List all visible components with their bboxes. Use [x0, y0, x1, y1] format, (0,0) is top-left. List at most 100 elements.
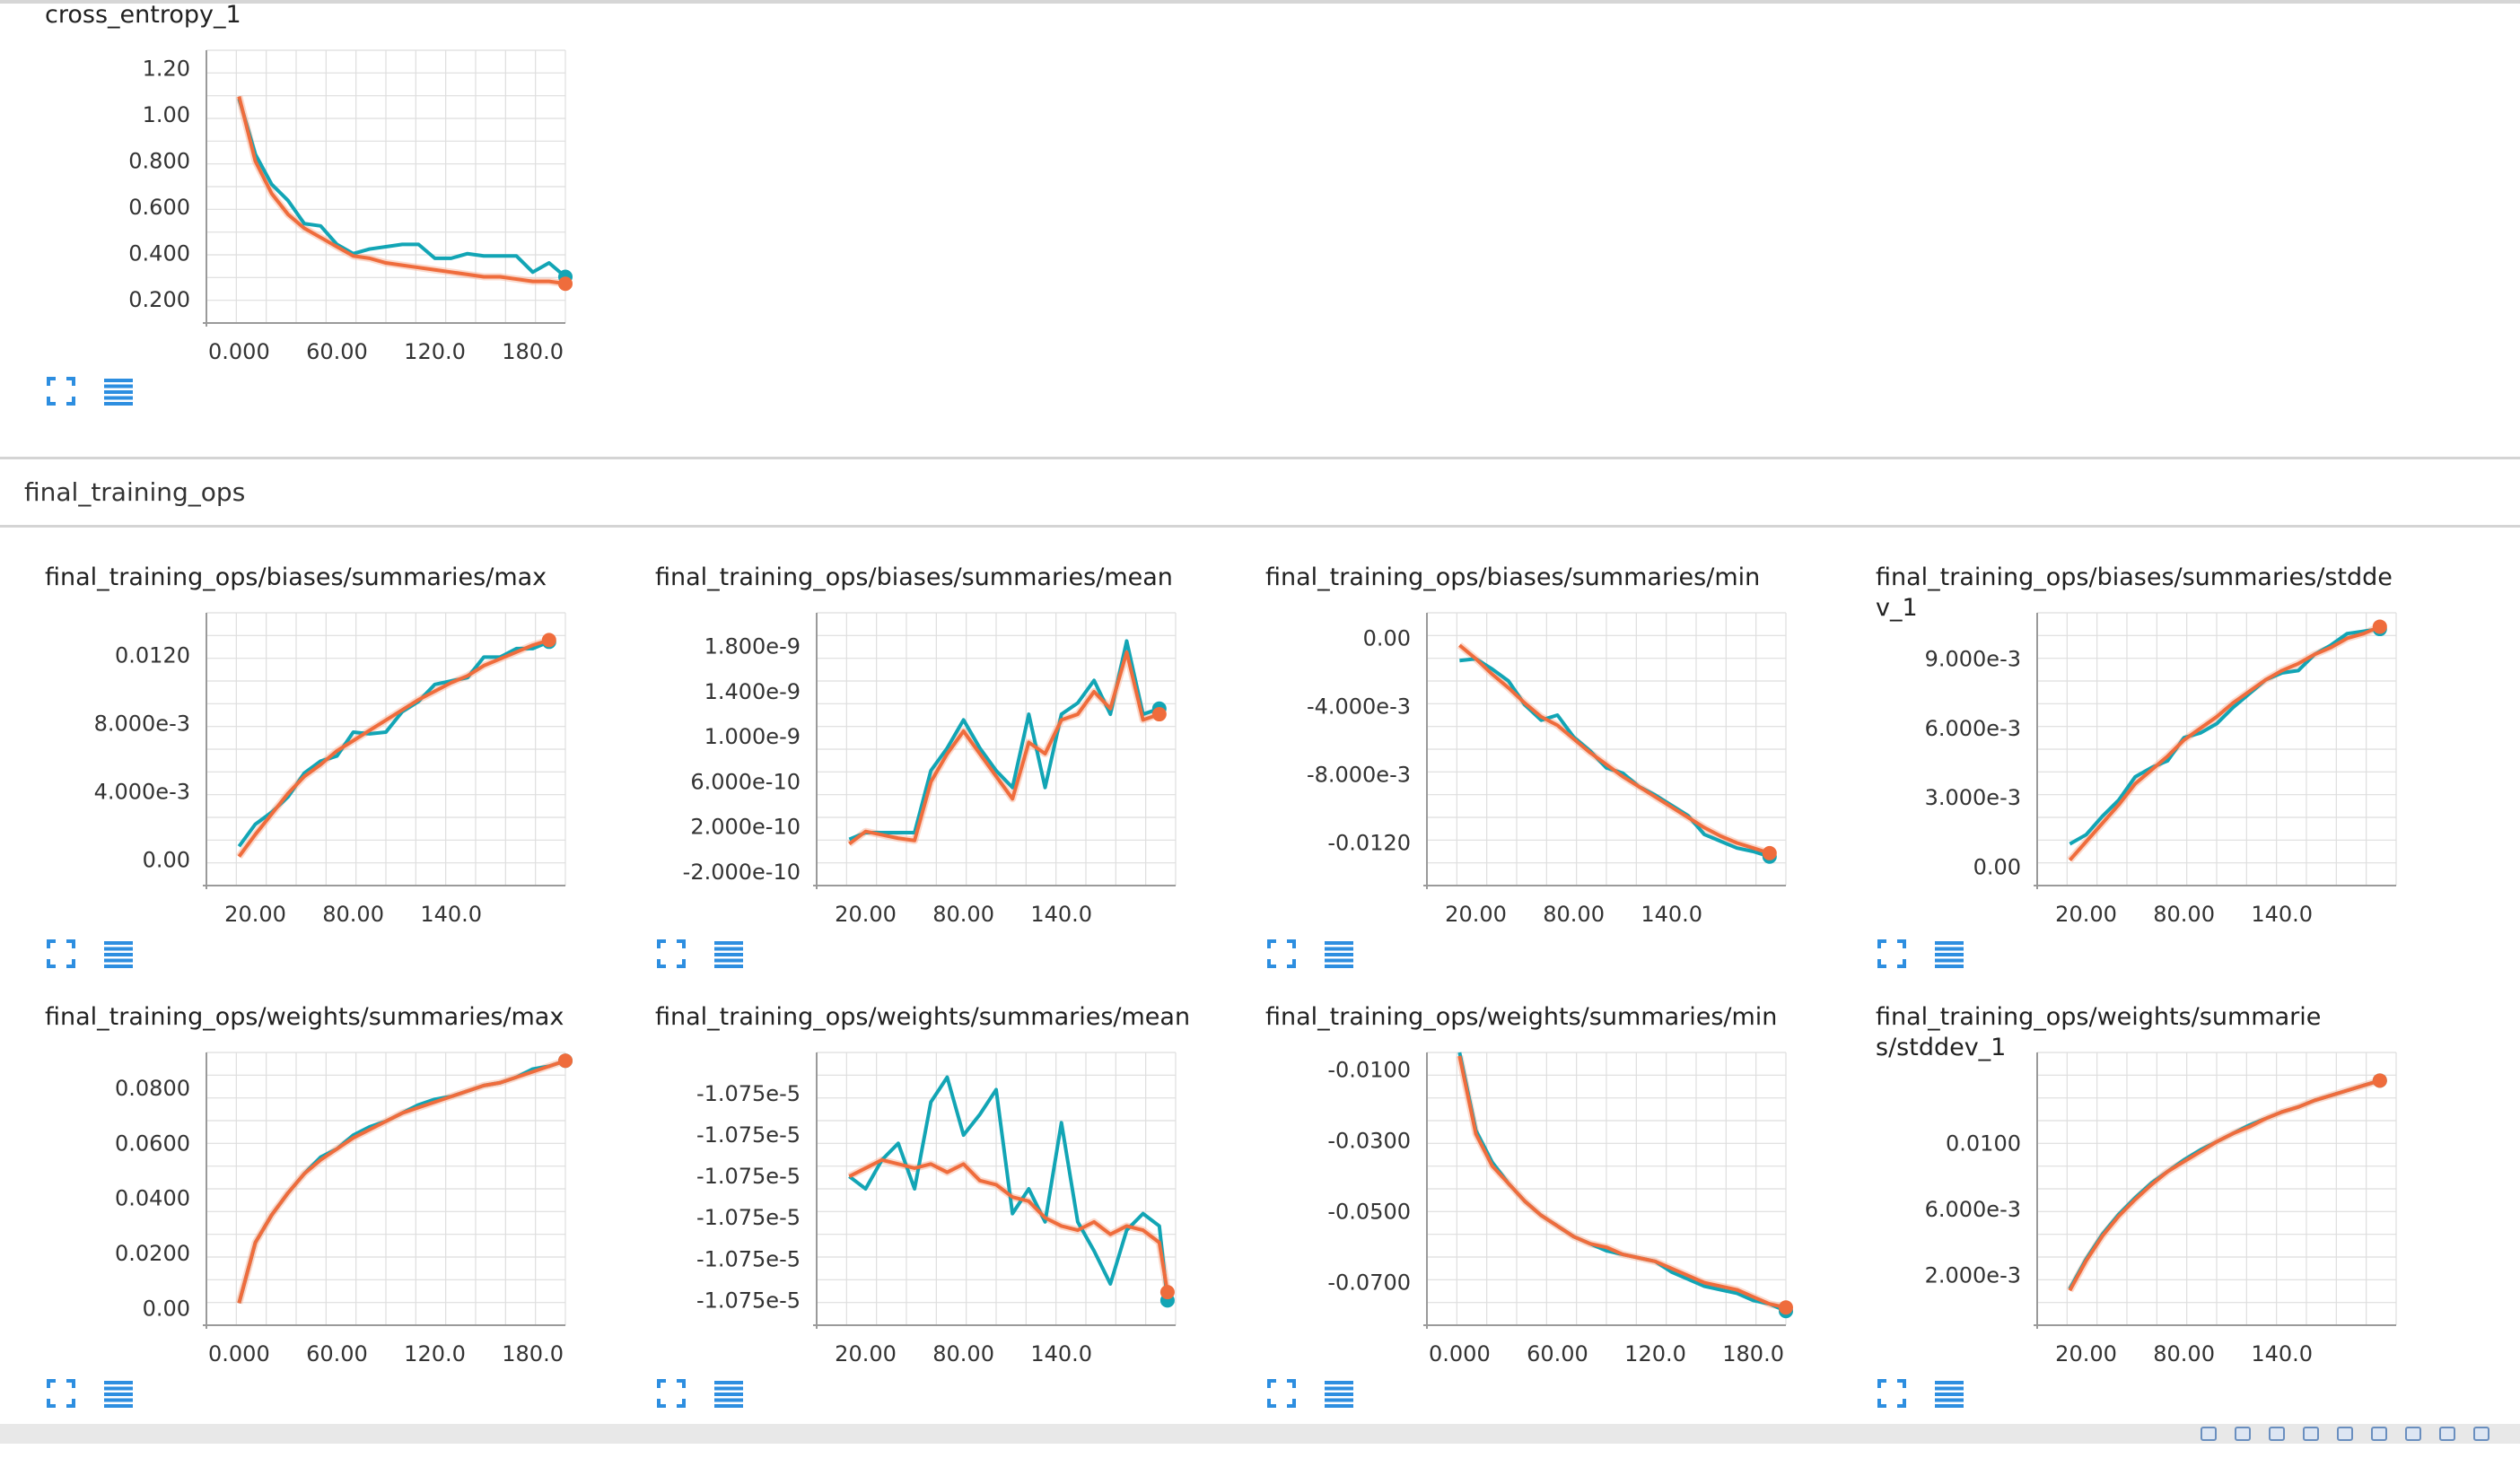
y-tick-label: -1.075e-5: [696, 1122, 801, 1148]
data-table-icon-glyph: [714, 941, 743, 968]
y-tick-label: 0.600: [128, 195, 190, 220]
x-tick-label: 60.00: [1527, 1341, 1588, 1366]
data-table-icon[interactable]: [1323, 1377, 1355, 1410]
x-tick-label: 180.0: [1722, 1341, 1784, 1366]
expand-icon-glyph: [657, 939, 686, 968]
section-divider-bottom: [0, 525, 2520, 528]
x-tick-label: 140.0: [1030, 1341, 1092, 1366]
chart-card-cross-entropy: cross_entropy_1 0.200 0.400 0.600 0.800 1.00…: [45, 1, 619, 456]
raw-series-line: [236, 636, 551, 860]
tray-icon[interactable]: [2439, 1427, 2455, 1441]
y-tick-label: 3.000e-3: [1925, 785, 2021, 810]
expand-icon[interactable]: [1265, 1377, 1298, 1410]
y-tick-label: 2.000e-3: [1925, 1263, 2021, 1288]
expand-icon[interactable]: [1265, 938, 1298, 970]
series-line-orange: [237, 1059, 566, 1304]
section-divider-top: [0, 457, 2520, 459]
expand-icon[interactable]: [45, 1377, 77, 1410]
series-endpoint-orange: [541, 633, 556, 648]
expand-icon-glyph: [1877, 1379, 1906, 1408]
bottom-status-bar: [0, 1424, 2520, 1444]
y-tick-label: 0.0200: [115, 1241, 190, 1266]
tray-icon[interactable]: [2371, 1427, 2387, 1441]
expand-icon-glyph: [1267, 939, 1296, 968]
series-endpoint-orange: [2372, 619, 2387, 634]
raw-series-line: [2066, 1077, 2381, 1293]
expand-icon[interactable]: [45, 375, 77, 407]
series-endpoint-orange: [2372, 1073, 2387, 1088]
series-line-orange: [2068, 1078, 2381, 1292]
data-table-icon-glyph: [1325, 1381, 1353, 1408]
y-tick-label: 0.0120: [115, 643, 190, 668]
expand-icon-glyph: [47, 939, 75, 968]
chart-card-biases-min: final_training_ops/biases/summaries/min …: [1265, 563, 1840, 1018]
series-line-orange: [2068, 624, 2381, 861]
section-title[interactable]: final_training_ops: [24, 477, 245, 507]
data-table-icon[interactable]: [1933, 938, 1965, 970]
x-tick-label: 140.0: [2251, 902, 2313, 927]
y-tick-label: 4.000e-3: [94, 780, 190, 805]
series-endpoint-orange: [1762, 845, 1777, 860]
x-tick-label: 20.00: [1445, 902, 1507, 927]
y-tick-label: -8.000e-3: [1307, 763, 1411, 788]
x-tick-label: 60.00: [306, 1341, 368, 1366]
expand-icon[interactable]: [655, 1377, 687, 1410]
x-tick-label: 140.0: [1030, 902, 1092, 927]
chart-plot: 0.00 3.000e-3 6.000e-3 9.000e-3 20.00 80.00 14…: [1925, 612, 2397, 927]
y-tick-label: 0.0800: [115, 1076, 190, 1101]
data-table-icon-glyph: [104, 941, 133, 968]
y-tick-label: 0.0400: [115, 1186, 190, 1211]
chart-card-weights-mean: final_training_ops/weights/summaries/mea…: [655, 1003, 1229, 1458]
y-tick-label: -2.000e-10: [683, 860, 801, 885]
x-tick-label: 80.00: [932, 902, 994, 927]
y-tick-label: 0.00: [143, 848, 190, 873]
tray-icon[interactable]: [2303, 1427, 2319, 1441]
series-line-teal: [237, 1059, 566, 1304]
x-tick-label: 0.000: [1429, 1341, 1491, 1366]
expand-icon-glyph: [47, 377, 75, 406]
x-tick-label: 180.0: [502, 339, 564, 364]
expand-icon-glyph: [1877, 939, 1906, 968]
series-line-teal: [848, 639, 1160, 842]
tray-icon[interactable]: [2473, 1427, 2489, 1441]
expand-icon[interactable]: [1876, 938, 1908, 970]
series-line-orange: [1457, 1055, 1787, 1310]
data-table-icon[interactable]: [1323, 938, 1355, 970]
data-table-icon-glyph: [104, 379, 133, 406]
data-table-icon[interactable]: [713, 938, 745, 970]
y-tick-label: 6.000e-3: [1925, 716, 2021, 741]
y-tick-label: 0.200: [128, 287, 190, 312]
data-table-icon[interactable]: [1933, 1377, 1965, 1410]
y-tick-label: -1.075e-5: [696, 1081, 801, 1106]
y-tick-label: 1.800e-9: [704, 634, 801, 659]
y-tick-label: -0.0700: [1327, 1270, 1411, 1296]
x-tick-label: 0.000: [208, 339, 270, 364]
data-table-icon[interactable]: [713, 1377, 745, 1410]
data-table-icon[interactable]: [102, 1377, 135, 1410]
expand-icon[interactable]: [45, 938, 77, 970]
expand-icon[interactable]: [1876, 1377, 1908, 1410]
chart-plot: 0.200 0.400 0.600 0.800 1.00 1.20 0.000 60.00 12…: [128, 49, 573, 364]
expand-icon[interactable]: [655, 938, 687, 970]
series-line-teal: [237, 640, 550, 848]
y-tick-label: 1.20: [143, 57, 190, 82]
y-tick-label: -0.0120: [1327, 831, 1411, 856]
y-tick-label: 0.0600: [115, 1131, 190, 1156]
series-endpoint-orange: [558, 276, 573, 292]
data-table-icon[interactable]: [102, 938, 135, 970]
series-endpoint-orange: [1159, 1285, 1175, 1300]
y-tick-label: 0.00: [1973, 854, 2021, 879]
y-tick-label: 0.400: [128, 241, 190, 266]
series-endpoint-orange: [1779, 1300, 1793, 1315]
data-table-icon-glyph: [1935, 1381, 1964, 1408]
tray-icon[interactable]: [2235, 1427, 2251, 1441]
y-tick-label: -4.000e-3: [1307, 694, 1411, 720]
data-table-icon[interactable]: [102, 375, 135, 407]
x-tick-label: 80.00: [1543, 902, 1605, 927]
tray-icon[interactable]: [2337, 1427, 2353, 1441]
tray-icon[interactable]: [2405, 1427, 2421, 1441]
data-table-icon-glyph: [714, 1381, 743, 1408]
expand-icon-glyph: [657, 1379, 686, 1408]
tray-icon[interactable]: [2269, 1427, 2285, 1441]
tray-icon[interactable]: [2201, 1427, 2217, 1441]
